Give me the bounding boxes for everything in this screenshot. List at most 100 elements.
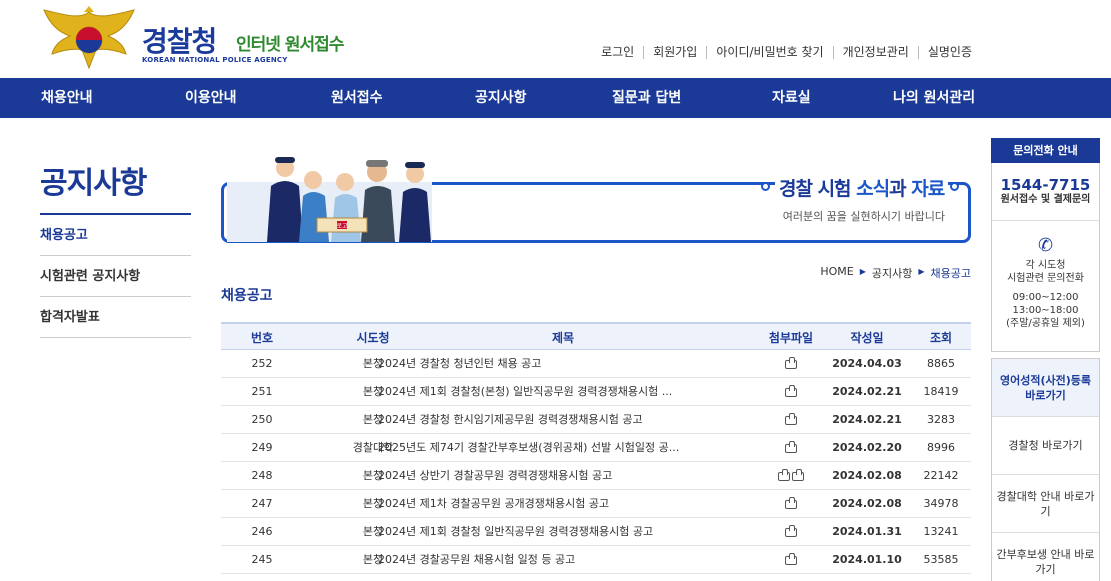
police-university-link[interactable]: 경찰대학 안내 바로가기	[992, 475, 1099, 533]
header-date: 작성일	[850, 331, 884, 345]
row-views: 8865	[927, 357, 955, 370]
banner-title-c: 과	[889, 178, 912, 200]
nav-usage-guide[interactable]: 이용안내	[185, 78, 237, 118]
row-attachments	[751, 490, 831, 518]
utility-links: 로그인 회원가입 아이디/비밀번호 찾기 개인정보관리 실명인증	[592, 46, 981, 59]
call-line-1: 각 시도청	[1025, 260, 1066, 271]
page-title: 채용공고	[221, 288, 273, 304]
header-no: 번호	[250, 331, 274, 345]
row-attachments	[751, 546, 831, 574]
row-date: 2024.02.08	[832, 497, 902, 510]
logo-name: 경찰청	[142, 25, 217, 58]
breadcrumb: HOME ▶ 공지사항 ▶ 채용공고	[820, 265, 971, 281]
row-title-link[interactable]: 2024년 경찰공무원 채용시험 일정 등 공고	[378, 546, 748, 574]
signup-link[interactable]: 회원가입	[643, 46, 706, 59]
call-line-2: 시험관련 문의전화	[1007, 273, 1084, 284]
row-views: 18419	[923, 385, 959, 398]
logo-subtitle: 인터넷 원서접수	[236, 35, 344, 55]
real-name-auth-link[interactable]: 실명인증	[917, 46, 981, 59]
logo-english: KOREAN NATIONAL POLICE AGENCY	[142, 56, 288, 64]
attachment-icon[interactable]	[785, 524, 797, 537]
english-score-link[interactable]: 영어성적(사전)등록 바로가기	[992, 359, 1099, 417]
breadcrumb-notice[interactable]: 공지사항	[872, 265, 912, 281]
row-number: 247	[251, 497, 273, 510]
police-agency-link[interactable]: 경찰청 바로가기	[992, 417, 1099, 475]
row-attachments	[751, 378, 831, 406]
hours-morning: 09:00~12:00	[1012, 292, 1079, 303]
nav-qna[interactable]: 질문과 답변	[612, 78, 681, 118]
row-number: 250	[251, 413, 273, 426]
row-date: 2024.02.21	[832, 385, 902, 398]
row-number: 249	[251, 441, 273, 454]
side-title: 공지사항	[40, 166, 147, 201]
attachment-icon[interactable]	[785, 356, 797, 369]
row-attachments	[751, 518, 831, 546]
row-attachments	[751, 462, 831, 490]
banner-title-b: 소식	[856, 178, 890, 200]
quick-links: 영어성적(사전)등록 바로가기 경찰청 바로가기 경찰대학 안내 바로가기 간부…	[991, 358, 1100, 581]
login-link[interactable]: 로그인	[592, 46, 643, 59]
find-id-password-link[interactable]: 아이디/비밀번호 찾기	[706, 46, 832, 59]
table-row[interactable]: 252 본청 2024년 경찰청 청년인턴 채용 공고 2024.04.03 8865	[221, 350, 971, 378]
phone-info: 1544-7715 원서접수 및 결제문의	[992, 163, 1099, 221]
side-item-results[interactable]: 합격자발표	[40, 297, 191, 338]
table-row[interactable]: 250 본청 2024년 경찰청 한시임기제공무원 경력경쟁채용시험 공고 2024.…	[221, 406, 971, 434]
breadcrumb-home[interactable]: HOME	[820, 265, 853, 281]
banner-title-a: 경찰 시험	[779, 178, 857, 200]
row-number: 245	[251, 553, 273, 566]
site-logo[interactable]: 경찰청 인터넷 원서접수 KOREAN NATIONAL POLICE AGEN…	[40, 6, 360, 70]
attachment-icon[interactable]	[785, 384, 797, 397]
header-attachment: 첨부파일	[768, 331, 814, 345]
row-title-link[interactable]: 2024년 경찰청 한시임기제공무원 경력경쟁채용시험 공고	[378, 406, 748, 434]
side-item-recruit-notice[interactable]: 채용공고	[40, 215, 191, 256]
table-row[interactable]: 247 본청 2024년 제1차 경찰공무원 공개경쟁채용시험 공고 2024.02.…	[221, 490, 971, 518]
row-date: 2024.01.10	[832, 553, 902, 566]
hours-afternoon: 13:00~18:00	[1012, 305, 1079, 316]
privacy-settings-link[interactable]: 개인정보관리	[832, 46, 918, 59]
attachment-icon[interactable]	[785, 440, 797, 453]
breadcrumb-current: 채용공고	[930, 267, 971, 280]
banner-people-illustration: 로고	[227, 157, 432, 242]
nav-my-applications[interactable]: 나의 원서관리	[893, 78, 975, 118]
table-row[interactable]: 249 경찰대학 2025년도 제74기 경찰간부후보생(경위공채) 선발 시험일정…	[221, 434, 971, 462]
attachment-icon[interactable]	[785, 412, 797, 425]
side-item-exam-notice[interactable]: 시험관련 공지사항	[40, 256, 191, 297]
row-views: 3283	[927, 413, 955, 426]
table-body: 252 본청 2024년 경찰청 청년인턴 채용 공고 2024.04.03 8865 2…	[221, 350, 971, 574]
attachment-icon[interactable]	[778, 468, 790, 481]
phone-icon: ✆	[1037, 235, 1054, 256]
table-row[interactable]: 246 본청 2024년 제1회 경찰청 일반직공무원 경력경쟁채용시험 공고 202…	[221, 518, 971, 546]
header-views: 조회	[929, 331, 953, 345]
hours-note: (주말/공휴일 제외)	[1006, 318, 1085, 329]
nav-resources[interactable]: 자료실	[772, 78, 811, 118]
row-attachments	[751, 434, 831, 462]
row-attachments	[751, 350, 831, 378]
nav-application[interactable]: 원서접수	[331, 78, 383, 118]
table-row[interactable]: 245 본청 2024년 경찰공무원 채용시험 일정 등 공고 2024.01.10 5…	[221, 546, 971, 574]
nav-recruit-info[interactable]: 채용안내	[41, 78, 93, 118]
row-title-link[interactable]: 2024년 제1회 경찰청 일반직공무원 경력경쟁채용시험 공고	[378, 518, 748, 546]
attachment-icon[interactable]	[785, 552, 797, 565]
cadet-guide-link[interactable]: 간부후보생 안내 바로가기	[992, 533, 1099, 581]
attachment-icon[interactable]	[792, 468, 804, 481]
contact-panel-title: 문의전화 안내	[991, 138, 1100, 163]
row-title-link[interactable]: 2024년 제1회 경찰청(본청) 일반직공무원 경력경쟁채용시험 ...	[378, 378, 748, 406]
side-menu: 채용공고 시험관련 공지사항 합격자발표	[40, 215, 191, 338]
table-row[interactable]: 248 본청 2024년 상반기 경찰공무원 경력경쟁채용시험 공고 2024.02.…	[221, 462, 971, 490]
row-title-link[interactable]: 2024년 경찰청 청년인턴 채용 공고	[378, 350, 748, 378]
row-number: 251	[251, 385, 273, 398]
breadcrumb-arrow-icon: ▶	[859, 267, 866, 276]
banner-title: 경찰 시험 소식과 자료	[775, 174, 949, 201]
row-title-link[interactable]: 2024년 제1차 경찰공무원 공개경쟁채용시험 공고	[378, 490, 748, 518]
row-views: 53585	[923, 553, 959, 566]
row-number: 248	[251, 469, 273, 482]
main-navigation: 채용안내 이용안내 원서접수 공지사항 질문과 답변 자료실 나의 원서관리	[0, 78, 1111, 118]
row-title-link[interactable]: 2025년도 제74기 경찰간부후보생(경위공채) 선발 시험일정 공...	[378, 434, 748, 462]
nav-notice[interactable]: 공지사항	[475, 78, 527, 118]
contact-box: 1544-7715 원서접수 및 결제문의 ✆ 각 시도청 시험관련 문의전화 …	[991, 163, 1100, 352]
attachment-icon[interactable]	[785, 496, 797, 509]
row-title-link[interactable]: 2024년 상반기 경찰공무원 경력경쟁채용시험 공고	[378, 462, 748, 490]
phone-number: 1544-7715	[1000, 176, 1091, 194]
table-row[interactable]: 251 본청 2024년 제1회 경찰청(본청) 일반직공무원 경력경쟁채용시험 .…	[221, 378, 971, 406]
regional-call-info: ✆ 각 시도청 시험관련 문의전화 09:00~12:00 13:00~18:0…	[992, 221, 1099, 351]
